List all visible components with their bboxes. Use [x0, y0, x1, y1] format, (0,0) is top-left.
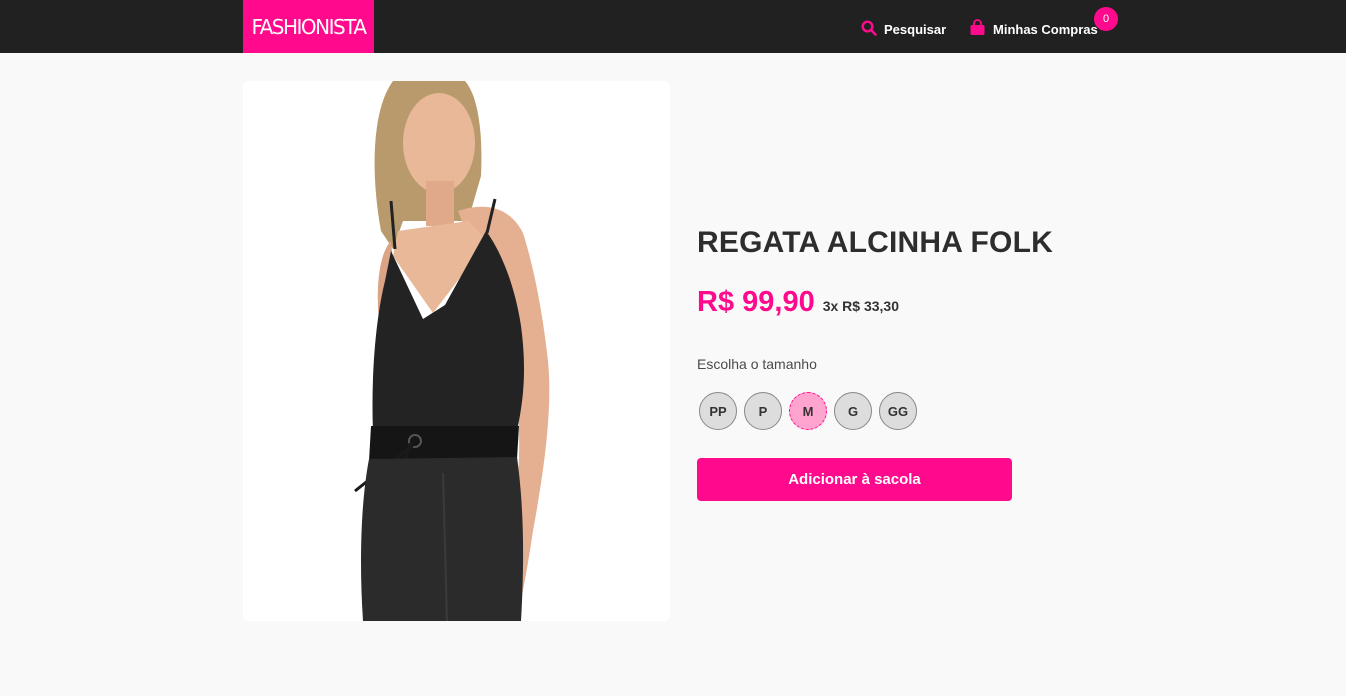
search-icon	[861, 19, 877, 39]
product-title: REGATA ALCINHA FOLK	[697, 226, 1053, 259]
fashionista-logo[interactable]: FASHIONISTA	[243, 0, 374, 53]
size-option-p[interactable]: P	[744, 392, 782, 430]
my-purchases-label: Minhas Compras	[993, 21, 1098, 37]
search-label: Pesquisar	[884, 21, 947, 37]
price-row: R$ 99,90 3x R$ 33,30	[697, 286, 899, 319]
product-price: R$ 99,90	[697, 286, 815, 318]
size-option-gg[interactable]: GG	[879, 392, 917, 430]
size-option-pp[interactable]: PP	[699, 392, 737, 430]
add-to-bag-button[interactable]: Adicionar à sacola	[697, 458, 1012, 501]
shopping-bag-icon	[969, 19, 986, 39]
size-option-g[interactable]: G	[834, 392, 872, 430]
installment-price: 3x R$ 33,30	[822, 298, 899, 314]
size-option-m[interactable]: M	[789, 392, 827, 430]
search-link[interactable]: Pesquisar	[861, 19, 946, 39]
size-selector: PP P M G GG	[699, 392, 917, 430]
size-prompt: Escolha o tamanho	[697, 356, 817, 372]
my-purchases-link[interactable]: Minhas Compras	[969, 19, 1098, 39]
cart-count-badge: 0	[1094, 7, 1118, 31]
top-navigation-bar: FASHIONISTA Pesquisar Minhas Compras 0	[0, 0, 1346, 53]
product-image	[243, 81, 670, 621]
